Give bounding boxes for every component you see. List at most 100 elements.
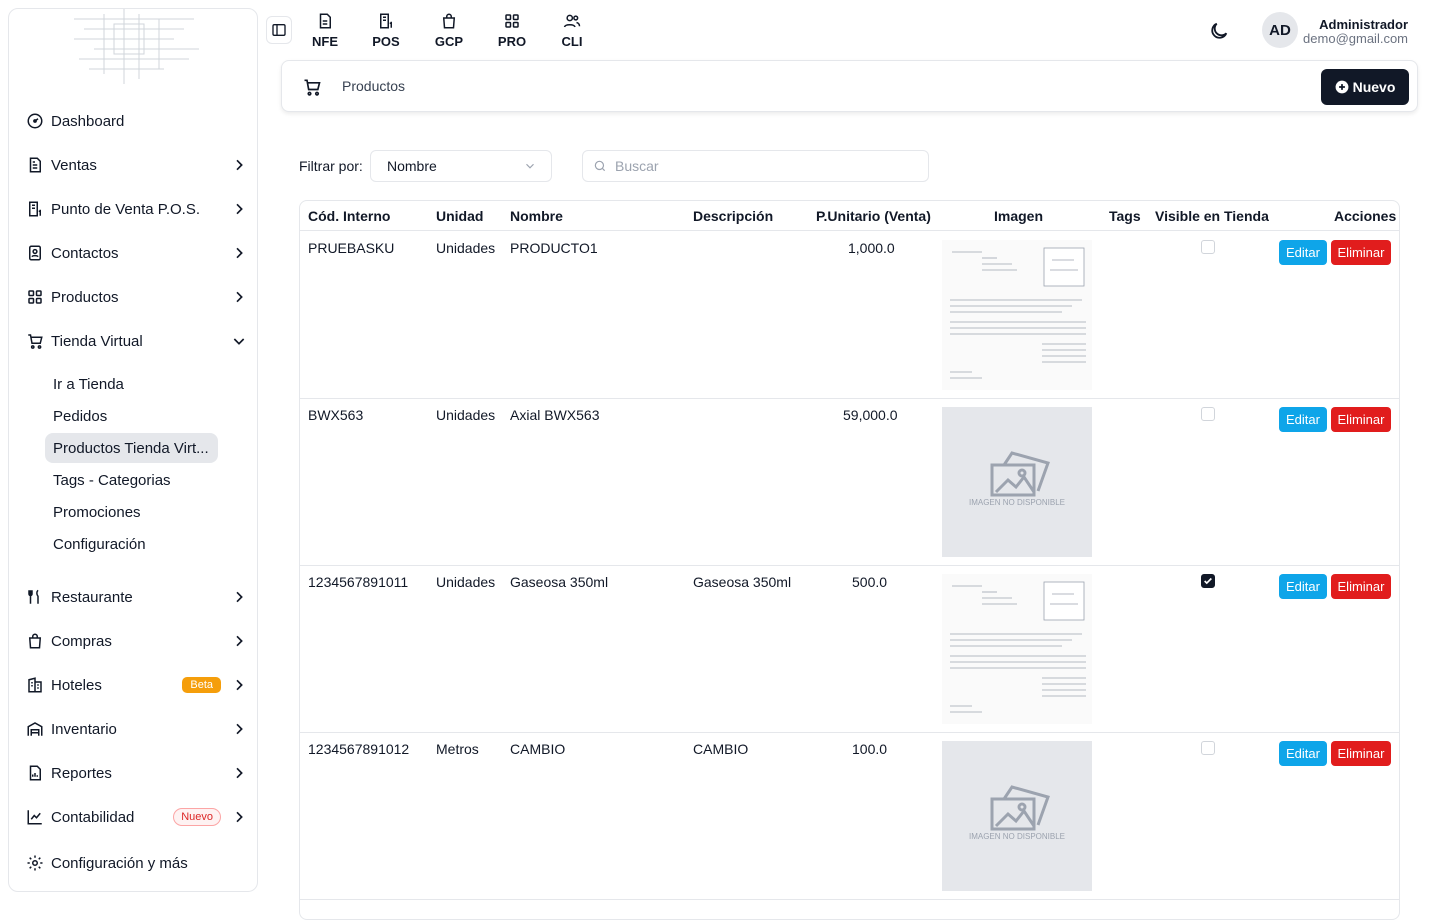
shopping-bag-icon (25, 631, 45, 651)
column-header[interactable]: Unidad (436, 208, 483, 224)
column-header[interactable]: Cód. Interno (308, 208, 390, 224)
search-input[interactable] (615, 158, 915, 174)
cell-description: CAMBIO (693, 741, 749, 757)
visible-in-store-checkbox[interactable] (1201, 741, 1215, 755)
sidebar-item-productos[interactable]: Productos (25, 281, 247, 313)
report-icon (25, 763, 45, 783)
column-header[interactable]: Descripción (693, 208, 773, 224)
image-placeholder: IMAGEN NO DISPONIBLE (942, 741, 1092, 891)
cell-unit: Unidades (436, 240, 496, 256)
grid-icon (505, 14, 519, 28)
column-header: Tags (1109, 208, 1141, 224)
sidebar-item-contabilidad[interactable]: Contabilidad Nuevo (25, 801, 247, 833)
users-icon (563, 14, 581, 28)
sidebar-item-label: Ventas (51, 156, 97, 174)
cell-name: Axial BWX563 (510, 407, 600, 423)
image-placeholder-text: IMAGEN NO DISPONIBLE (969, 498, 1065, 507)
contacts-icon (25, 243, 45, 263)
sidebar-subitem-productos-tienda[interactable]: Productos Tienda Virt... (45, 433, 218, 463)
page-header: Productos Nuevo (281, 60, 1418, 112)
filter-label: Filtrar por: (299, 158, 363, 174)
cell-code: 1234567891012 (308, 741, 410, 757)
sidebar-toggle-icon (272, 24, 286, 36)
cell-description: Gaseosa 350ml (693, 574, 792, 590)
cell-unit: Unidades (436, 574, 496, 590)
sidebar-subitem-tags[interactable]: Tags - Categorias (45, 465, 179, 495)
sidebar-item-hoteles[interactable]: Hoteles Beta (25, 669, 247, 701)
sidebar-toggle-button[interactable] (266, 16, 292, 44)
cart-icon (25, 331, 45, 351)
sidebar-item-label: Compras (51, 632, 112, 650)
beta-badge: Beta (182, 677, 221, 693)
delete-button[interactable]: Eliminar (1331, 407, 1391, 432)
edit-button[interactable]: Editar (1279, 407, 1327, 432)
quick-link-gcp[interactable]: GCP (429, 12, 469, 49)
image-placeholder: IMAGEN NO DISPONIBLE (942, 407, 1092, 557)
quick-link-pro[interactable]: PRO (492, 12, 532, 49)
gear-icon (25, 853, 45, 873)
sidebar-item-contactos[interactable]: Contactos (25, 237, 247, 269)
search-box (582, 150, 929, 182)
sidebar-item-label: Contabilidad (51, 808, 135, 826)
sidebar-item-label: Reportes (51, 764, 112, 782)
sidebar-item-pos[interactable]: Punto de Venta P.O.S. (25, 193, 247, 225)
new-button-label: Nuevo (1352, 79, 1396, 95)
cell-code: PRUEBASKU (308, 240, 395, 256)
chevron-right-icon (236, 723, 243, 735)
user-email: demo@gmail.com (1303, 31, 1408, 46)
quick-link-label: POS (372, 34, 400, 49)
filter-select-value: Nombre (387, 158, 437, 174)
quick-link-pos[interactable]: POS (366, 12, 406, 49)
delete-button[interactable]: Eliminar (1331, 741, 1391, 766)
chevron-right-icon (236, 679, 243, 691)
chevron-right-icon (236, 811, 243, 823)
edit-button[interactable]: Editar (1279, 741, 1327, 766)
filter-select[interactable]: Nombre (370, 150, 552, 182)
sidebar-item-ventas[interactable]: Ventas (25, 149, 247, 181)
edit-button[interactable]: Editar (1279, 240, 1327, 265)
new-product-button[interactable]: Nuevo (1321, 69, 1409, 105)
shopping-bag-icon (442, 13, 456, 29)
table-row: 1234567891012 Metros CAMBIO CAMBIO 100.0… (300, 733, 1399, 900)
delete-button[interactable]: Eliminar (1331, 240, 1391, 265)
visible-in-store-checkbox[interactable] (1201, 574, 1215, 588)
quick-link-cli[interactable]: CLI (552, 12, 592, 49)
visible-in-store-checkbox[interactable] (1201, 240, 1215, 254)
avatar[interactable]: AD (1262, 12, 1298, 48)
sidebar-item-label: Tienda Virtual (51, 332, 143, 350)
chevron-right-icon (236, 591, 243, 603)
quick-link-label: PRO (497, 34, 527, 49)
sidebar-subitem-configuracion[interactable]: Configuración (45, 529, 154, 559)
table-header: Cód. Interno Unidad Nombre Descripción P… (300, 201, 1399, 231)
delete-button[interactable]: Eliminar (1331, 574, 1391, 599)
grid-icon (25, 287, 45, 307)
cell-price: 100.0 (852, 741, 888, 757)
table-row: PRUEBASKU Unidades PRODUCTO1 1,000.0 Edi… (300, 232, 1399, 399)
table-row: 1234567891011 Unidades Gaseosa 350ml Gas… (300, 566, 1399, 733)
sidebar-item-label: Productos (51, 288, 119, 306)
column-header[interactable]: P.Unitario (Venta) (816, 208, 931, 224)
sidebar-item-dashboard[interactable]: Dashboard (25, 105, 247, 137)
visible-in-store-checkbox[interactable] (1201, 407, 1215, 421)
sidebar-item-tienda-virtual[interactable]: Tienda Virtual (25, 325, 247, 357)
quick-link-nfe[interactable]: NFE (305, 12, 345, 49)
quick-link-label: NFE (312, 34, 338, 49)
column-header[interactable]: Nombre (510, 208, 563, 224)
sidebar-item-configuracion-mas[interactable]: Configuración y más (25, 847, 247, 879)
sidebar-item-compras[interactable]: Compras (25, 625, 247, 657)
sidebar-subitem-promociones[interactable]: Promociones (45, 497, 149, 527)
moon-icon[interactable] (1208, 20, 1230, 42)
edit-button[interactable]: Editar (1279, 574, 1327, 599)
sidebar-item-label: Punto de Venta P.O.S. (51, 200, 201, 218)
sidebar-subitem-pedidos[interactable]: Pedidos (45, 401, 115, 431)
cell-name: PRODUCTO1 (510, 240, 598, 256)
sidebar-item-label: Inventario (51, 720, 117, 738)
sidebar-item-restaurante[interactable]: Restaurante (25, 581, 247, 613)
plus-circle-icon (1335, 80, 1349, 94)
chevron-right-icon (236, 159, 243, 171)
sidebar-item-reportes[interactable]: Reportes (25, 757, 247, 789)
cell-code: BWX563 (308, 407, 364, 423)
sidebar-subitem-ir-a-tienda[interactable]: Ir a Tienda (45, 369, 132, 399)
table-row: BWX563 Unidades Axial BWX563 59,000.0 IM… (300, 399, 1399, 566)
sidebar-item-inventario[interactable]: Inventario (25, 713, 247, 745)
